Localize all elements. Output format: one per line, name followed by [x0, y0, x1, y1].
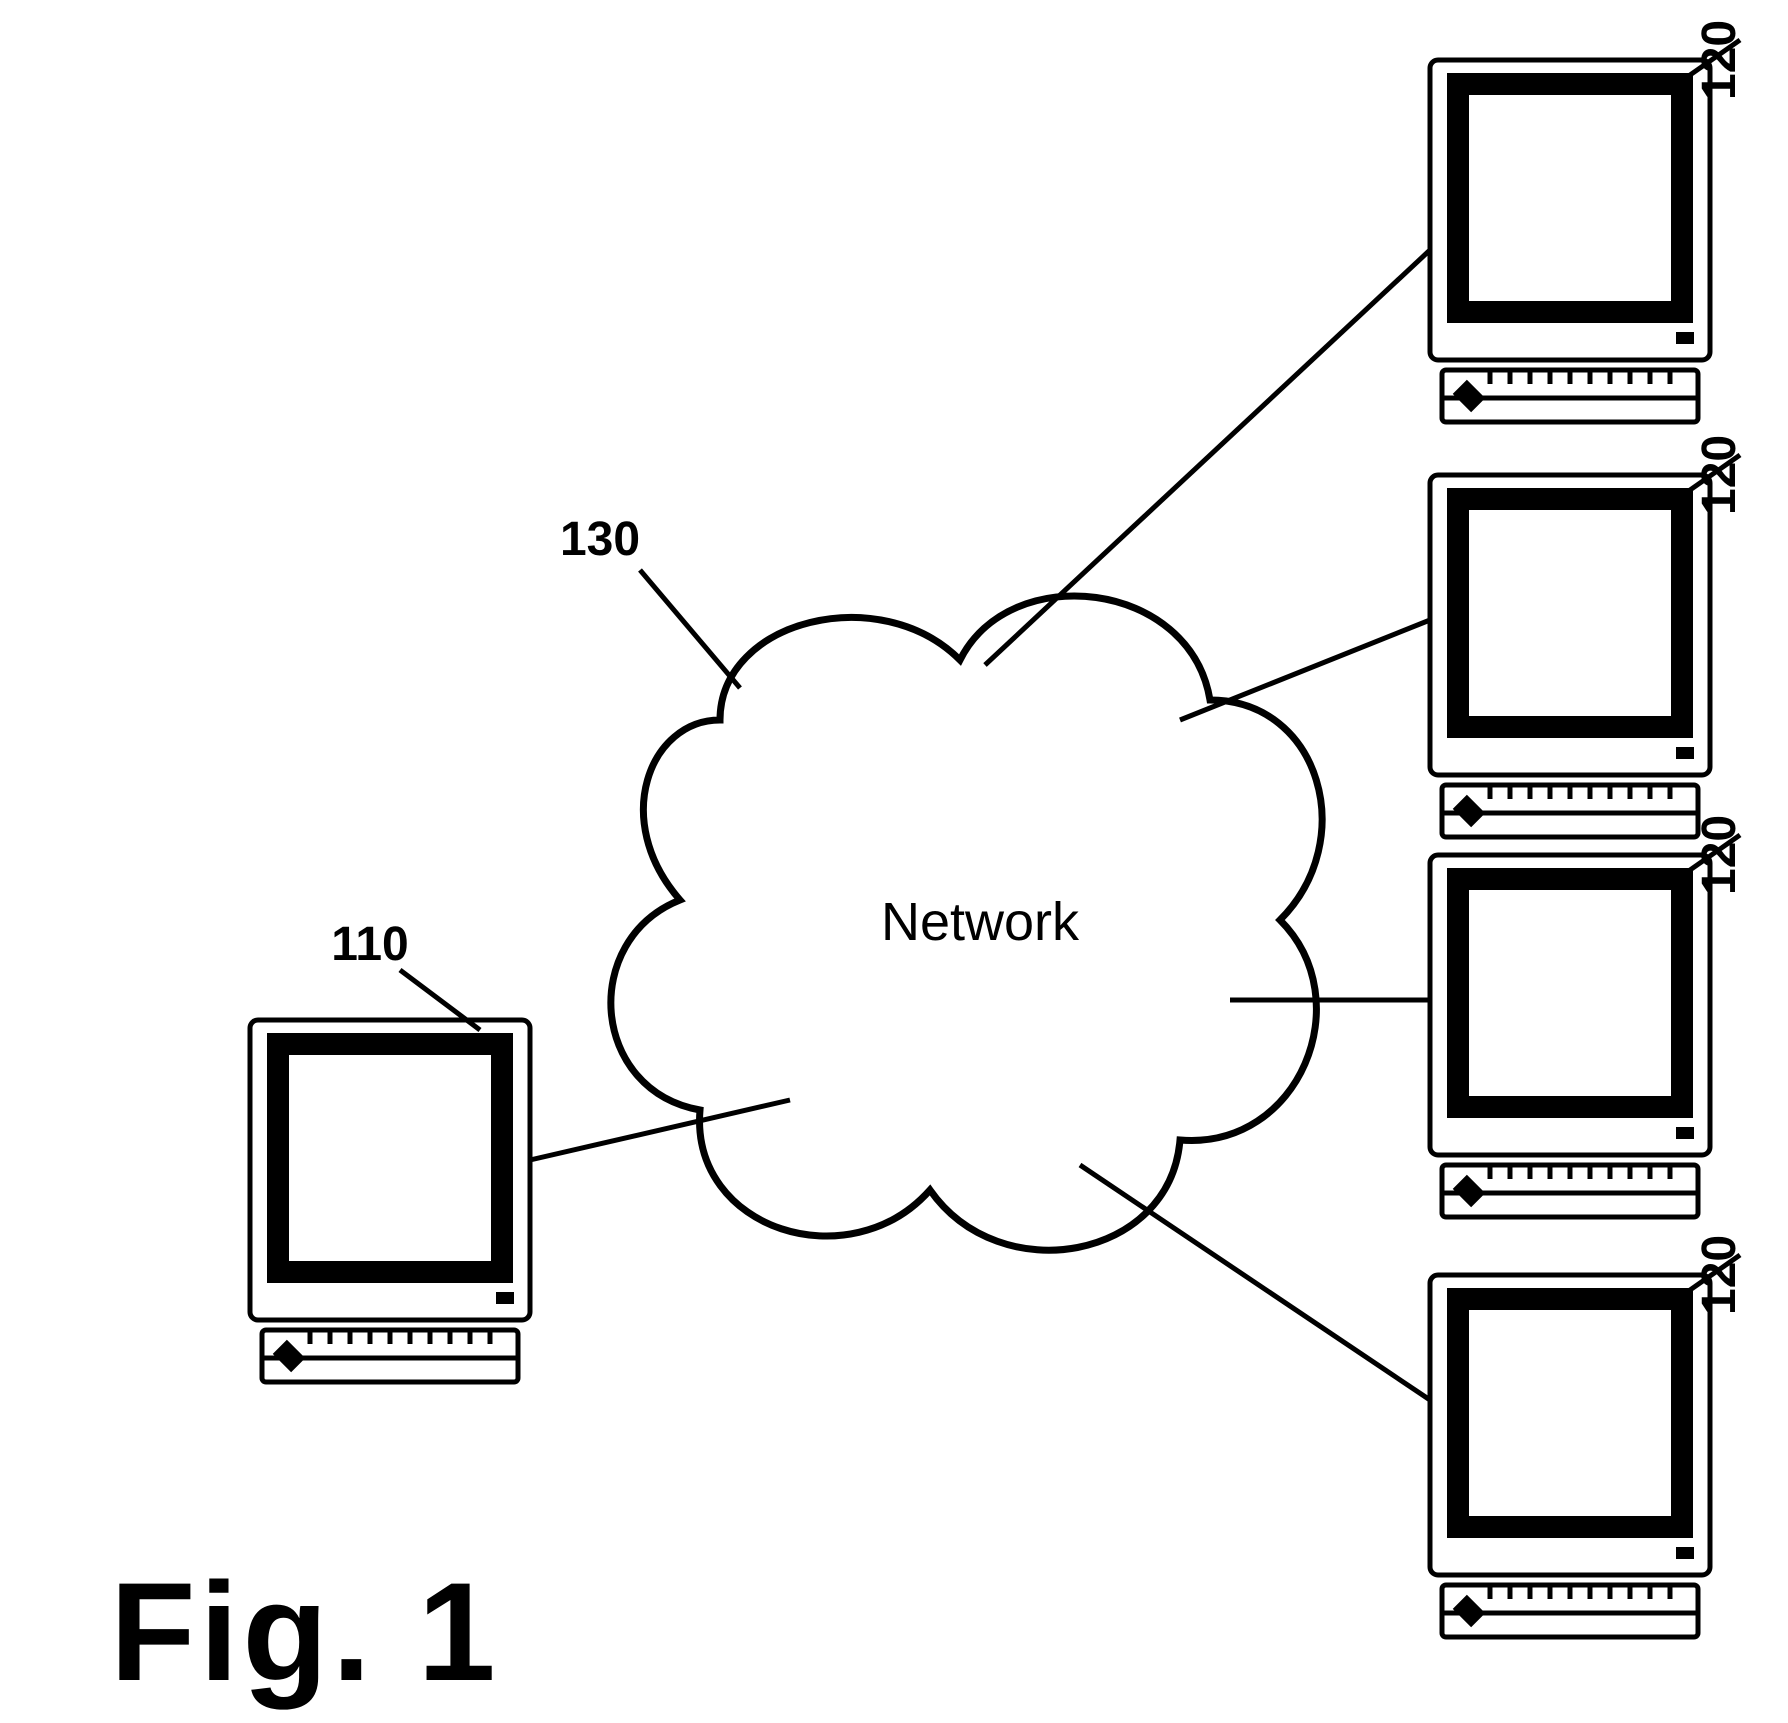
ref-client-2: 120	[1693, 815, 1746, 895]
ref-client-1: 120	[1693, 435, 1746, 515]
ref-client-0: 120	[1693, 20, 1746, 100]
ref-network: 130	[560, 513, 640, 566]
network-label: Network	[881, 892, 1080, 952]
client-computer-2	[1430, 855, 1710, 1217]
figure-label: Fig. 1	[110, 1553, 500, 1710]
server-computer	[250, 1020, 530, 1382]
figure-canvas: Network 130 110 120 120 120 120 Fi	[0, 0, 1788, 1723]
client-computer-1	[1430, 475, 1710, 837]
ref-client-3: 120	[1693, 1235, 1746, 1315]
client-computer-0	[1430, 60, 1710, 422]
client-computer-3	[1430, 1275, 1710, 1637]
leader-network	[640, 570, 740, 688]
ref-server: 110	[331, 918, 408, 971]
links	[530, 250, 1430, 1400]
network-cloud: Network	[611, 596, 1322, 1250]
